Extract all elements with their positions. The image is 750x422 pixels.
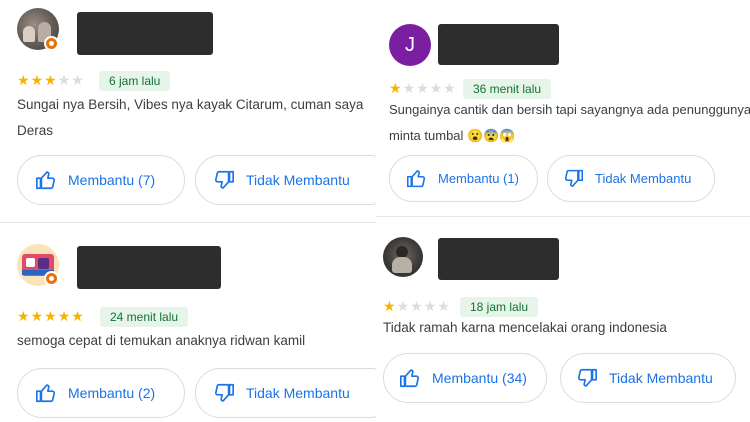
helpful-button[interactable]: Membantu (34) [383,353,547,403]
review-text: Sungainya cantik dan bersih tapi sayangn… [389,97,750,149]
review-time-badge: 18 jam lalu [460,297,539,317]
helpful-button[interactable]: Membantu (2) [17,368,185,418]
thumb-up-icon [406,170,426,188]
star-icon: ★ [389,80,402,96]
helpful-button-label: Membantu (7) [68,172,156,188]
avatar[interactable]: J [389,24,431,66]
review-text-line: semoga cepat di temukan anaknya ridwan k… [17,333,306,348]
star-icon: ★ [57,308,71,324]
review-text-line: Sungai nya Bersih, Vibes nya kayak Citar… [17,97,364,112]
star-icon: ★ [57,72,71,88]
redacted-reviewer-name [77,12,213,55]
star-icon: ★ [443,80,456,96]
not-helpful-button[interactable]: Tidak Membantu [547,155,715,202]
star-icon: ★ [71,72,84,88]
star-icon: ★ [396,298,410,314]
review-text: Sungai nya Bersih, Vibes nya kayak Citar… [17,92,363,144]
thumb-up-icon [36,384,56,403]
not-helpful-button[interactable]: Tidak Membantu [195,155,376,205]
not-helpful-button-label: Tidak Membantu [609,370,713,386]
review-card: ★ ★ ★ ★ ★ 6 jam lalu Sungai nya Bersih, Vibe… [0,0,376,222]
star-icon: ★ [429,80,443,96]
star-icon: ★ [71,308,84,324]
redacted-reviewer-name [438,24,559,65]
star-icon: ★ [437,298,450,314]
review-time-badge: 36 menit lalu [463,79,552,99]
review-column-left: ★ ★ ★ ★ ★ 6 jam lalu Sungai nya Bersih, Vibe… [0,0,376,422]
star-rating: ★ ★ ★ ★ ★ [17,73,84,87]
star-icon: ★ [30,308,44,324]
redacted-reviewer-name [438,238,559,280]
star-icon: ★ [423,298,437,314]
thumb-up-icon [36,171,56,190]
review-text-line: Tidak ramah karna mencelakai orang indon… [383,320,667,335]
helpful-button-label: Membantu (1) [438,171,519,186]
star-icon: ★ [17,72,30,88]
star-rating: ★ ★ ★ ★ ★ [17,309,84,323]
not-helpful-button[interactable]: Tidak Membantu [560,353,736,403]
review-text: Tidak ramah karna mencelakai orang indon… [383,315,667,341]
avatar[interactable] [383,237,423,277]
review-text-line: Sungainya cantik dan bersih tapi sayangn… [389,102,750,117]
star-icon: ★ [402,80,416,96]
star-rating: ★ ★ ★ ★ ★ [389,81,456,95]
star-icon: ★ [17,308,30,324]
thumb-down-icon [214,170,234,189]
review-text-line: minta tumbal 😮😨😱 [389,128,516,143]
star-rating: ★ ★ ★ ★ ★ [383,299,450,313]
local-guide-badge-icon [44,36,59,51]
review-card: ★ ★ ★ ★ ★ 18 jam lalu Tidak ramah karna menc… [376,217,750,422]
not-helpful-button-label: Tidak Membantu [246,385,350,401]
star-icon: ★ [44,72,57,88]
not-helpful-button-label: Tidak Membantu [595,171,692,186]
not-helpful-button-label: Tidak Membantu [246,172,350,188]
helpful-button[interactable]: Membantu (7) [17,155,185,205]
star-icon: ★ [416,80,429,96]
thumb-down-icon [577,368,597,387]
star-icon: ★ [383,298,396,314]
review-card: ★ ★ ★ ★ ★ 24 menit lalu semoga cepat di temu… [0,223,376,422]
helpful-button-label: Membantu (2) [68,385,156,401]
star-icon: ★ [410,298,423,314]
thumb-down-icon [564,169,584,187]
thumb-up-icon [400,369,420,388]
review-card: J ★ ★ ★ ★ ★ 36 menit lalu Sungainya cantik d… [376,0,750,216]
not-helpful-button[interactable]: Tidak Membantu [195,368,376,418]
star-icon: ★ [30,72,44,88]
helpful-button-label: Membantu (34) [432,370,527,386]
review-column-right: J ★ ★ ★ ★ ★ 36 menit lalu Sungainya cantik d… [376,0,750,422]
review-time-badge: 6 jam lalu [99,71,171,91]
review-text-line: Deras [17,123,54,138]
review-time-badge: 24 menit lalu [100,307,189,327]
star-icon: ★ [44,308,57,324]
helpful-button[interactable]: Membantu (1) [389,155,538,202]
redacted-reviewer-name [77,246,221,289]
review-text: semoga cepat di temukan anaknya ridwan k… [17,328,305,354]
thumb-down-icon [214,383,234,402]
local-guide-badge-icon [44,271,59,286]
